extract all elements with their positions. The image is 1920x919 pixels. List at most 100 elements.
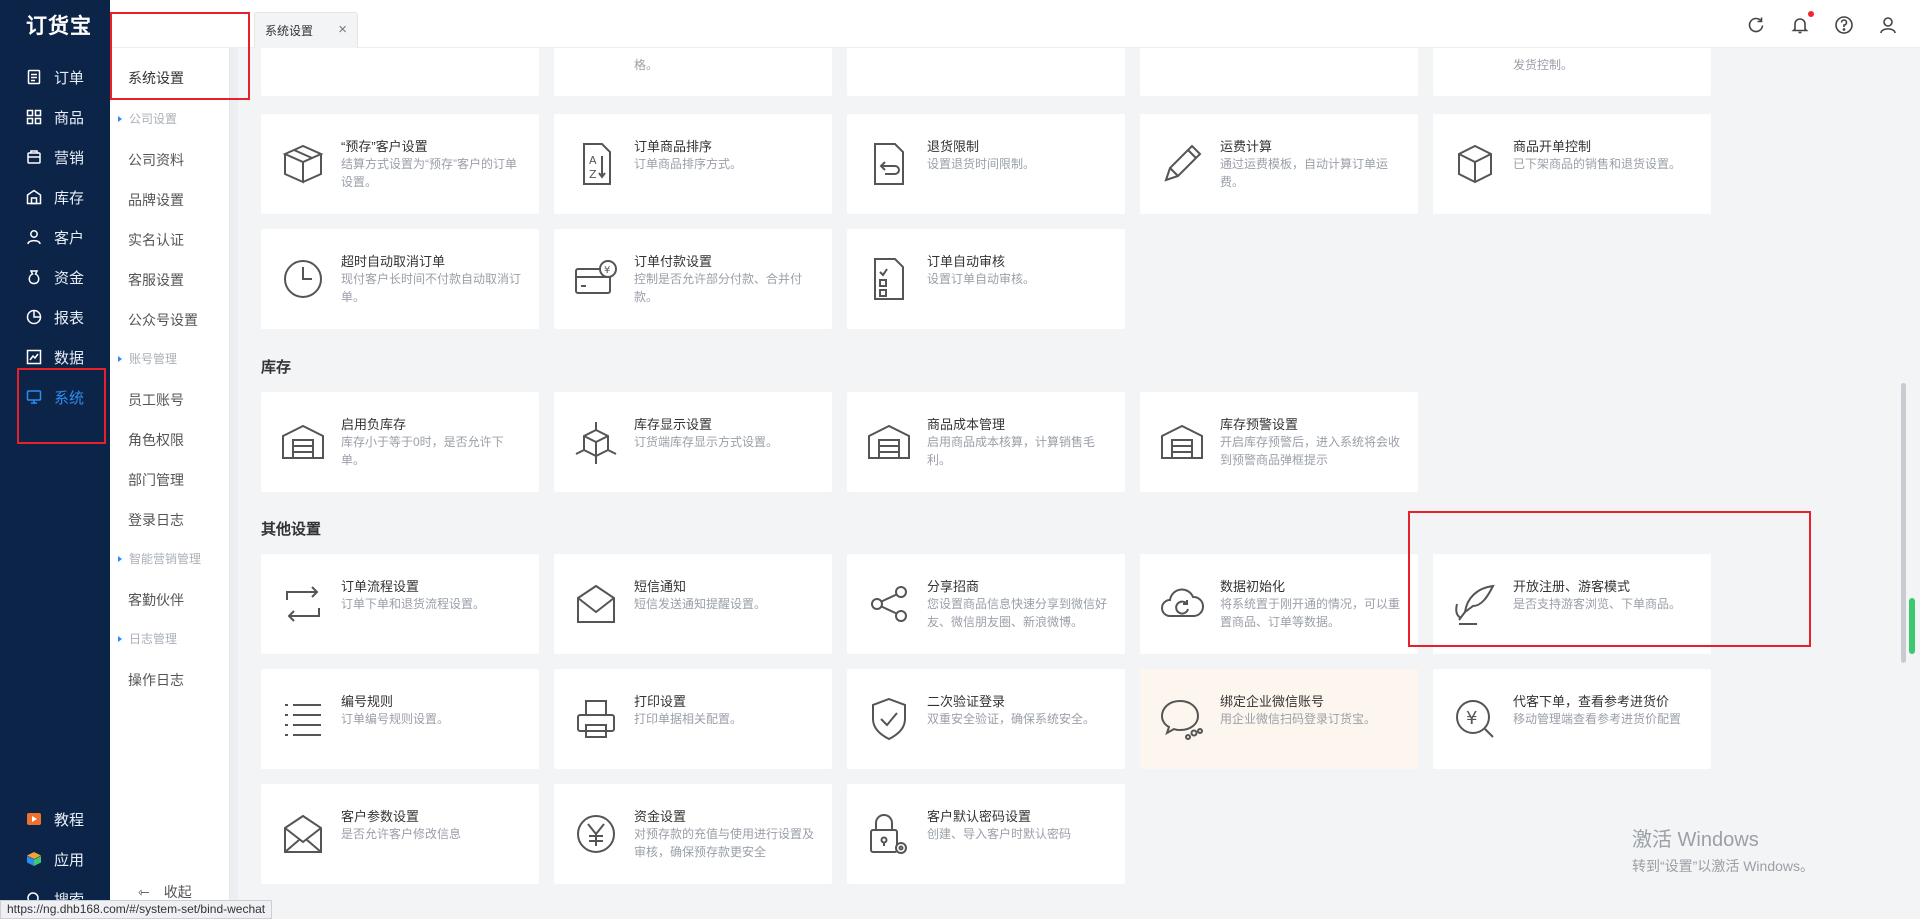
card-open-registration[interactable]: 开放注册、游客模式 是否支持游客浏览、下单商品。 — [1433, 554, 1711, 654]
nav-item-reports[interactable]: 报表 — [0, 297, 110, 337]
submenu-item-operation-log[interactable]: 操作日志 — [128, 670, 184, 690]
caret-right-icon — [118, 635, 122, 642]
nav-label: 资金 — [54, 269, 85, 287]
nav-item-marketing[interactable]: 营销 — [0, 137, 110, 177]
submenu-item-staff[interactable]: 员工账号 — [128, 390, 184, 410]
nav-item-goods[interactable]: 商品 — [0, 97, 110, 137]
card-number-rules[interactable]: 编号规则 订单编号规则设置。 — [261, 669, 539, 769]
card-stock-display[interactable]: 库存显示设置 订货端库存显示方式设置。 — [554, 392, 832, 492]
submenu-item-official-account[interactable]: 公众号设置 — [128, 310, 198, 330]
bell-icon[interactable] — [1790, 15, 1810, 35]
card-freight-calc[interactable]: 运费计算 通过运费模板，自动计算订单运费。 — [1140, 114, 1418, 214]
card-cost-management[interactable]: 商品成本管理 启用商品成本核算，计算销售毛利。 — [847, 392, 1125, 492]
marketing-icon — [26, 149, 42, 165]
settings-content: 格。 发货控制。 “预存”客户设置 结算方式设置为“预存”客户的订单设置。 AZ… — [238, 48, 1900, 905]
yen-search-icon: ¥ — [1451, 695, 1499, 743]
settings-card[interactable]: 格。 — [554, 48, 832, 96]
system-icon — [26, 389, 42, 405]
settings-card[interactable] — [847, 48, 1125, 96]
nav-item-system[interactable]: 系统 — [0, 377, 110, 417]
submenu-item-login-log[interactable]: 登录日志 — [128, 510, 184, 530]
main-sidebar: 订货宝 订单 商品 营销 库存 客户 资金 报表 数据 系统 教程 应用 — [0, 0, 110, 919]
settings-card[interactable] — [261, 48, 539, 96]
scrollbar-thumb[interactable] — [1901, 383, 1906, 663]
inventory-icon — [26, 189, 42, 205]
tab-close-icon[interactable]: × — [338, 21, 347, 38]
card-goods-order-control[interactable]: 商品开单控制 已下架商品的销售和退货设置。 — [1433, 114, 1711, 214]
submenu-item-verification[interactable]: 实名认证 — [128, 230, 184, 250]
card-data-init[interactable]: 数据初始化 将系统置于刚开通的情况，可以重置商品、订单等数据。 — [1140, 554, 1418, 654]
card-return-limit[interactable]: 退货限制 设置退货时间限制。 — [847, 114, 1125, 214]
nav-item-apps[interactable]: 应用 — [0, 839, 110, 879]
refresh-icon[interactable] — [1746, 15, 1766, 35]
submenu-item-departments[interactable]: 部门管理 — [128, 470, 184, 490]
card-order-flow[interactable]: 订单流程设置 订单下单和退货流程设置。 — [261, 554, 539, 654]
submenu-item-company-profile[interactable]: 公司资料 — [128, 150, 184, 170]
report-icon — [26, 309, 42, 325]
help-icon[interactable] — [1834, 15, 1854, 35]
windows-activation-watermark: 激活 Windows 转到“设置”以激活 Windows。 — [1632, 829, 1815, 874]
card-order-auto-review[interactable]: 订单自动审核 设置订单自动审核。 — [847, 229, 1125, 329]
card-print-settings[interactable]: 打印设置 打印单据相关配置。 — [554, 669, 832, 769]
wechat-work-icon — [1158, 695, 1206, 743]
card-negative-stock[interactable]: 启用负库存 库存小于等于0时，是否允许下单。 — [261, 392, 539, 492]
card-two-factor[interactable]: 二次验证登录 双重安全验证，确保系统安全。 — [847, 669, 1125, 769]
cube-icon — [1451, 140, 1499, 188]
card-auto-cancel[interactable]: 超时自动取消订单 现付客户长时间不付款自动取消订单。 — [261, 229, 539, 329]
card-customer-params[interactable]: 客户参数设置 是否允许客户修改信息 — [261, 784, 539, 884]
card-order-payment[interactable]: ¥ 订单付款设置 控制是否允许部分付款、合并付款。 — [554, 229, 832, 329]
nav-label: 应用 — [54, 851, 85, 869]
nav-item-customers[interactable]: 客户 — [0, 217, 110, 257]
sort-az-icon: AZ — [572, 140, 620, 188]
card-sms-notify[interactable]: 短信通知 短信发送通知提醒设置。 — [554, 554, 832, 654]
card-bind-wechat-work[interactable]: 绑定企业微信账号 用企业微信扫码登录订货宝。 — [1140, 669, 1418, 769]
shield-check-icon — [865, 695, 913, 743]
settings-submenu: 系统设置 公司设置 公司资料 品牌设置 实名认证 客服设置 公众号设置 账号管理… — [110, 48, 230, 919]
card-order-goods-sort[interactable]: AZ 订单商品排序 订单商品排序方式。 — [554, 114, 832, 214]
section-title-inventory: 库存 — [261, 359, 292, 376]
nav-item-data[interactable]: 数据 — [0, 337, 110, 377]
tutorial-icon — [26, 811, 42, 827]
settings-card[interactable]: 发货控制。 — [1433, 48, 1711, 96]
card-default-password[interactable]: 客户默认密码设置 创建、导入客户时默认密码 — [847, 784, 1125, 884]
submenu-group-accounts[interactable]: 账号管理 — [118, 350, 177, 367]
submenu-group-company[interactable]: 公司设置 — [118, 110, 177, 127]
nav-item-tutorial[interactable]: 教程 — [0, 799, 110, 839]
submenu-title[interactable]: 系统设置 — [128, 68, 184, 88]
nav-item-orders[interactable]: 订单 — [0, 57, 110, 97]
tab-system-settings[interactable]: 系统设置 × — [254, 12, 358, 48]
arrow-left-icon: ⇽ — [138, 883, 150, 900]
collapse-button[interactable]: ⇽ 收起 — [138, 882, 192, 902]
svg-text:¥: ¥ — [604, 265, 610, 276]
card-proxy-order-price[interactable]: ¥ 代客下单，查看参考进货价 移动管理端查看参考进货价配置 — [1433, 669, 1711, 769]
funds-icon — [26, 269, 42, 285]
settings-card[interactable] — [1140, 48, 1418, 96]
submenu-item-service[interactable]: 客服设置 — [128, 270, 184, 290]
nav-item-inventory[interactable]: 库存 — [0, 177, 110, 217]
submenu-item-partners[interactable]: 客勤伙伴 — [128, 590, 184, 610]
nav-label: 营销 — [54, 149, 85, 167]
app-logo[interactable]: 订货宝 — [26, 10, 92, 40]
list-icon — [279, 695, 327, 743]
printer-icon — [572, 695, 620, 743]
caret-right-icon — [118, 115, 122, 122]
submenu-item-brand[interactable]: 品牌设置 — [128, 190, 184, 210]
payment-card-icon: ¥ — [572, 255, 620, 303]
card-share[interactable]: 分享招商 您设置商品信息快速分享到微信好友、微信朋友圈、新浪微博。 — [847, 554, 1125, 654]
card-stock-alert[interactable]: 库存预警设置 开启库存预警后，进入系统将会收到预警商品弹框提示 — [1140, 392, 1418, 492]
card-prepaid-customer[interactable]: “预存”客户设置 结算方式设置为“预存”客户的订单设置。 — [261, 114, 539, 214]
side-widget-handle[interactable] — [1909, 598, 1915, 654]
nav-item-funds[interactable]: 资金 — [0, 257, 110, 297]
clock-icon — [279, 255, 327, 303]
submenu-item-roles[interactable]: 角色权限 — [128, 430, 184, 450]
nav-label: 订单 — [54, 69, 85, 87]
customer-icon — [26, 229, 42, 245]
return-doc-icon — [865, 140, 913, 188]
box-open-icon — [279, 140, 327, 188]
submenu-group-logs[interactable]: 日志管理 — [118, 630, 177, 647]
submenu-group-marketing[interactable]: 智能营销管理 — [118, 550, 201, 567]
card-funds-settings[interactable]: 资金设置 对预存款的充值与使用进行设置及审核，确保预存款更安全 — [554, 784, 832, 884]
user-icon[interactable] — [1878, 15, 1898, 35]
pencil-icon — [1158, 140, 1206, 188]
caret-right-icon — [118, 355, 122, 362]
